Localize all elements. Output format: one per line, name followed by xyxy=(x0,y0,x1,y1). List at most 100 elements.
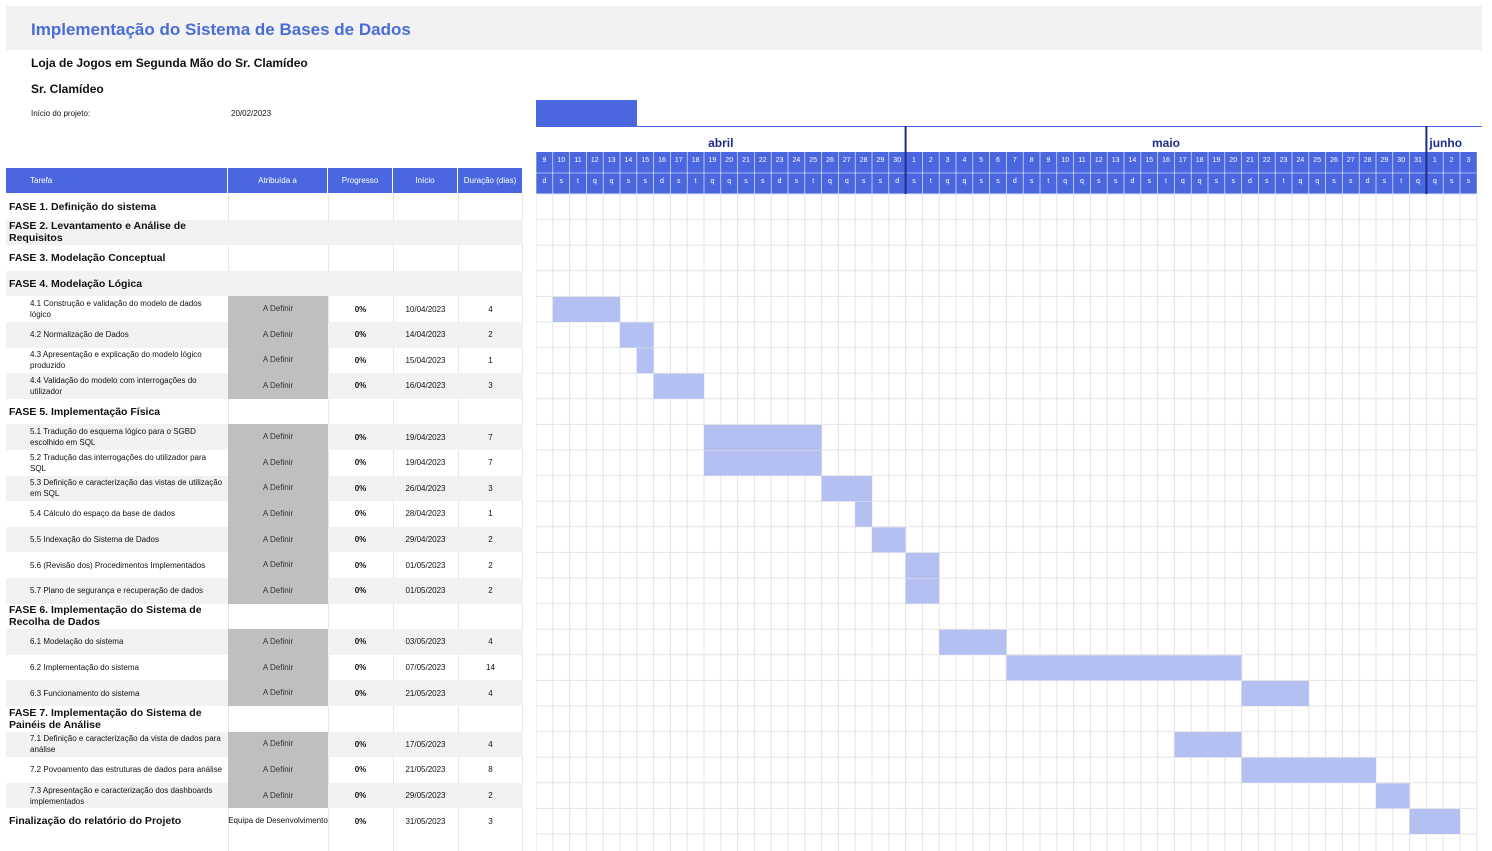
day-number: 24 xyxy=(1297,157,1305,164)
assigned-to: Equipa de Desenvolvimento xyxy=(228,816,328,826)
duration-days: 1 xyxy=(488,509,493,519)
phase-row[interactable]: FASE 2. Levantamento e Análise de Requis… xyxy=(6,219,523,246)
start-date: 17/05/2023 xyxy=(405,739,446,749)
phase-row[interactable]: FASE 3. Modelação Conceptual xyxy=(6,245,523,271)
assigned-to: A Definir xyxy=(228,424,328,450)
assigned-to: A Definir xyxy=(228,450,328,476)
weekday-letter: q xyxy=(1080,178,1084,185)
day-number: 28 xyxy=(860,157,868,164)
task-row[interactable]: 7.2 Povoamento das estruturas de dados p… xyxy=(6,757,523,783)
gantt-bar xyxy=(620,322,654,348)
day-number: 27 xyxy=(843,157,851,164)
phase-row[interactable]: FASE 6. Implementação do Sistema de Reco… xyxy=(6,604,523,630)
gantt-bar xyxy=(1241,680,1309,706)
progress-value: 0% xyxy=(354,458,367,468)
progress-value: 0% xyxy=(354,560,367,570)
start-date: 01/05/2023 xyxy=(405,560,446,570)
month-label: abril xyxy=(708,136,733,150)
task-name: 7.3 Apresentação e caracterização dos da… xyxy=(30,785,213,806)
phase-name: FASE 3. Modelação Conceptual xyxy=(9,251,166,264)
assigned-to: A Definir xyxy=(228,347,328,374)
page-title: Implementação do Sistema de Bases de Dad… xyxy=(31,20,411,39)
day-number: 15 xyxy=(1145,157,1153,164)
day-number: 28 xyxy=(1364,157,1372,164)
day-number: 19 xyxy=(1213,157,1221,164)
weekday-letter: t xyxy=(812,178,814,185)
assigned-to: A Definir xyxy=(228,578,328,604)
weekday-letter: q xyxy=(946,178,950,185)
assigned-to: A Definir xyxy=(228,757,328,783)
task-name: 6.3 Funcionamento do sistema xyxy=(30,688,140,698)
phase-row[interactable]: FASE 1. Definição do sistema xyxy=(6,194,523,220)
day-number: 24 xyxy=(793,157,801,164)
day-number: 3 xyxy=(946,157,950,164)
day-number: 30 xyxy=(893,157,901,164)
start-date: 29/04/2023 xyxy=(405,535,446,545)
task-row[interactable]: 4.2 Normalização de Dados A Definir 0% 14/0… xyxy=(6,322,523,348)
progress-value: 0% xyxy=(354,816,367,826)
weekday-letter: q xyxy=(593,178,597,185)
day-number: 6 xyxy=(996,157,1000,164)
task-row[interactable]: 5.6 (Revisão dos) Procedimentos Implemen… xyxy=(6,552,523,578)
task-row[interactable]: 4.1 Construção e validação do modelo de … xyxy=(6,296,523,322)
phase-row[interactable]: FASE 7. Implementação do Sistema de Pain… xyxy=(6,706,523,732)
progress-value: 0% xyxy=(354,663,367,673)
weekday-letter: s xyxy=(1450,178,1454,185)
duration-days: 8 xyxy=(488,765,493,775)
weekday-letter: d xyxy=(660,178,664,185)
task-row[interactable]: 5.4 Cálculo do espaço da base de dados A … xyxy=(6,501,523,527)
task-row[interactable]: 5.1 Tradução do esquema lógico para o SG… xyxy=(6,424,523,450)
task-row[interactable]: 4.4 Validação do modelo com interrogaçõe… xyxy=(6,373,523,399)
progress-value: 0% xyxy=(354,765,367,775)
weekday-letter: s xyxy=(744,178,748,185)
gantt-bar xyxy=(1376,783,1410,809)
start-date: 03/05/2023 xyxy=(405,637,446,647)
assigned-to: A Definir xyxy=(228,629,328,655)
weekday-letter: q xyxy=(828,178,832,185)
phase-row[interactable]: FASE 4. Modelação Lógica xyxy=(6,270,523,297)
gantt-bar xyxy=(1409,808,1460,834)
assigned-to: A Definir xyxy=(228,475,328,502)
task-row[interactable]: 7.3 Apresentação e caracterização dos da… xyxy=(6,782,523,809)
day-number: 7 xyxy=(1013,157,1017,164)
weekday-letter: s xyxy=(795,178,799,185)
day-number: 11 xyxy=(1078,157,1085,164)
col-header-assigned: Atribuída a xyxy=(228,168,328,193)
day-number: 30 xyxy=(1397,157,1405,164)
day-number: 27 xyxy=(1347,157,1355,164)
task-row[interactable]: 6.1 Modelação do sistema A Definir 0% 03/05… xyxy=(6,629,523,655)
task-name: 5.6 (Revisão dos) Procedimentos Implemen… xyxy=(30,560,206,570)
day-number: 22 xyxy=(1263,157,1271,164)
task-row[interactable]: Finalização do relatório do Projeto Equip… xyxy=(6,808,523,834)
task-row[interactable]: 7.1 Definição e caracterização da vista … xyxy=(6,731,523,758)
task-row[interactable]: 6.3 Funcionamento do sistema A Definir 0% 2… xyxy=(6,680,523,706)
progress-value: 0% xyxy=(354,586,367,596)
task-row[interactable]: 5.7 Plano de segurança e recuperação de … xyxy=(6,578,523,604)
day-number: 19 xyxy=(709,157,717,164)
task-row[interactable]: 5.3 Definição e caracterização das vista… xyxy=(6,475,523,502)
project-start-value[interactable]: 20/02/2023 xyxy=(231,109,271,118)
start-date: 19/04/2023 xyxy=(405,458,446,468)
progress-value: 0% xyxy=(354,637,367,647)
start-date: 01/05/2023 xyxy=(405,586,446,596)
month-label: junho xyxy=(1428,136,1462,150)
weekday-letter: s xyxy=(1114,178,1118,185)
day-number: 13 xyxy=(608,157,616,164)
duration-days: 3 xyxy=(488,381,493,391)
assigned-to: A Definir xyxy=(228,501,328,527)
weekday-letter: s xyxy=(1349,178,1353,185)
progress-value: 0% xyxy=(354,355,367,365)
task-name: 4.4 Validação do modelo com interrogaçõe… xyxy=(30,375,197,396)
task-row[interactable]: 5.5 Indexação do Sistema de Dados A Defin… xyxy=(6,526,523,553)
weekday-letter: q xyxy=(962,178,966,185)
task-row[interactable]: 4.3 Apresentação e explicação do modelo … xyxy=(6,347,523,374)
weekday-letter: d xyxy=(1130,178,1134,185)
weekday-letter: q xyxy=(710,178,714,185)
task-name: 4.2 Normalização de Dados xyxy=(30,330,129,340)
gantt-bar xyxy=(1174,732,1242,758)
task-row[interactable]: 6.2 Implementação do sistema A Definir 0% 0… xyxy=(6,654,523,681)
phase-row[interactable]: FASE 5. Implementação Física xyxy=(6,399,523,425)
task-row[interactable]: 5.2 Tradução das interrogações do utiliz… xyxy=(6,450,523,476)
day-number: 17 xyxy=(675,157,683,164)
gantt-bar xyxy=(872,527,906,553)
